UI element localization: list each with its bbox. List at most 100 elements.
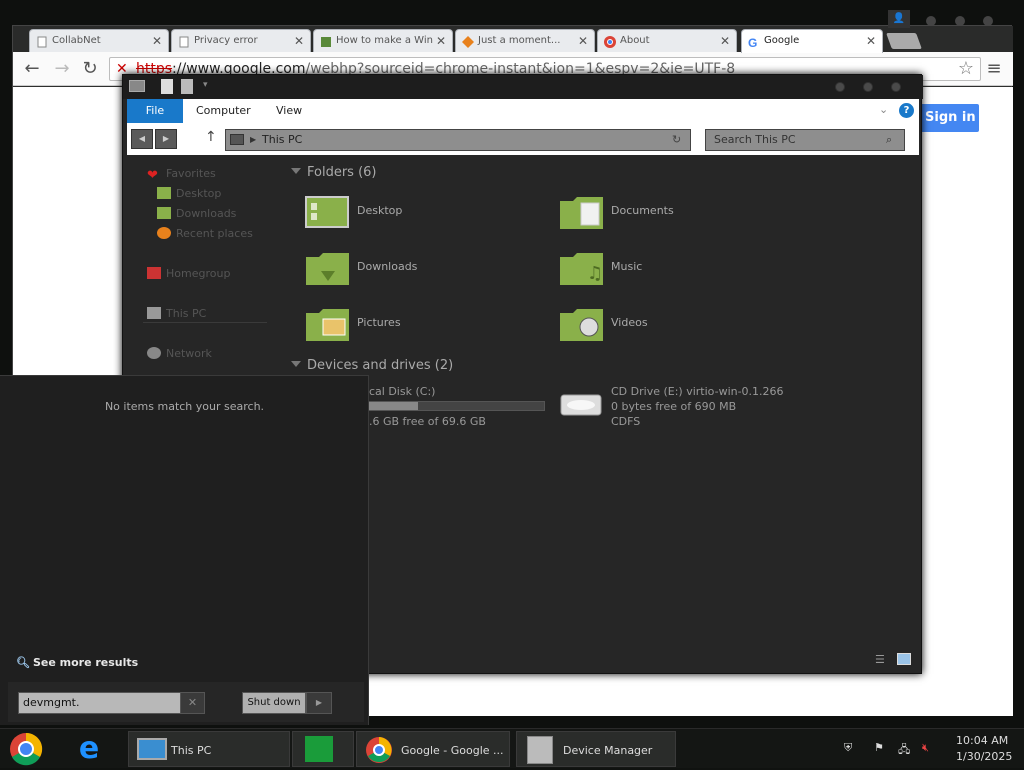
tab-collabnet[interactable]: CollabNet ✕ [29,29,169,53]
taskbar: e This PC Google - Google ... Device Man… [0,728,1024,768]
nav-network[interactable]: Network [147,347,212,360]
tab-just-a-moment[interactable]: Just a moment... ✕ [455,29,595,53]
clock-date[interactable]: 1/30/2025 [956,750,1012,763]
back-arrow-icon[interactable]: ← [21,58,43,80]
cd-drive-icon[interactable] [559,387,603,421]
folder-downloads[interactable]: Downloads [305,249,545,293]
clock-time[interactable]: 10:04 AM [956,734,1008,747]
tab-privacy-error[interactable]: Privacy error ✕ [171,29,311,53]
downloads-folder-icon [305,249,351,287]
folder-videos[interactable]: Videos [559,305,799,349]
menu-icon[interactable]: ≡ [983,58,1005,80]
start-search-panel: No items match your search. 🔍︎ See more r… [0,375,369,725]
explorer-search-input[interactable]: Search This PC ⌕ [705,129,905,151]
local-disk-name[interactable]: cal Disk (C:) [369,384,435,399]
homegroup-icon [147,267,161,279]
nav-downloads[interactable]: Downloads [157,207,236,220]
properties-icon[interactable] [161,79,173,94]
speaker-muted-icon[interactable]: 🔇︎ [922,741,929,755]
forward-arrow-icon[interactable]: → [51,58,73,80]
refresh-icon[interactable]: ↻ [672,130,681,150]
folder-pictures[interactable]: Pictures [305,305,545,349]
collapse-arrow-icon [291,168,301,174]
clear-search-icon[interactable]: ✕ [180,692,205,714]
chrome-icon [365,736,393,767]
explorer-minimize-button[interactable] [835,82,845,92]
explorer-titlebar[interactable]: ▾ [123,75,923,99]
taskbar-chrome[interactable]: Google - Google ... [356,731,510,767]
see-more-results-link[interactable]: 🔍︎ See more results [16,656,138,669]
large-icons-view-icon[interactable] [897,653,911,665]
tab-google[interactable]: G Google ✕ [741,29,883,53]
computer-icon [129,80,145,92]
pc-icon [230,134,244,145]
close-tab-icon[interactable]: ✕ [152,30,162,52]
taskbar-device-manager[interactable]: Device Manager [516,731,676,767]
desktop: CollabNet ✕ Privacy error ✕ How to make … [0,0,1024,768]
nav-recent-places[interactable]: Recent places [157,227,253,240]
user-icon[interactable]: 👤 [888,10,910,28]
ribbon-tab-view[interactable]: View [276,99,302,123]
taskbar-store[interactable] [292,731,354,767]
desktop-folder-icon [305,193,351,231]
internet-explorer-icon[interactable]: e [72,732,106,766]
close-tab-icon[interactable]: ✕ [436,30,446,52]
action-center-flag-icon[interactable]: ⚑ [874,741,884,754]
tab-about[interactable]: About ✕ [597,29,737,53]
network-icon[interactable]: 🖧︎ [898,741,910,760]
taskbar-this-pc[interactable]: This PC [128,731,290,767]
site-icon [320,35,332,47]
svg-text:♫: ♫ [587,263,603,284]
explorer-address-bar[interactable]: ▶ This PC ↻ [225,129,691,151]
start-button[interactable] [8,731,44,767]
close-button[interactable] [983,16,993,26]
new-folder-icon[interactable] [181,79,193,94]
ribbon-tabs: File Computer View ⌄ ? [127,99,919,123]
forward-button[interactable]: ▶ [155,129,177,149]
new-tab-button[interactable] [886,33,922,49]
explorer-maximize-button[interactable] [863,82,873,92]
cd-drive-name[interactable]: CD Drive (E:) virtio-win-0.1.266 [611,384,784,399]
expand-ribbon-icon[interactable]: ⌄ [879,103,888,116]
nav-desktop[interactable]: Desktop [157,187,221,200]
quick-access-dropdown-icon[interactable]: ▾ [203,80,208,90]
local-disk-free: .6 GB free of 69.6 GB [369,415,486,428]
up-arrow-icon[interactable]: ↑ [205,129,217,145]
heart-icon: ❤ [147,168,158,183]
start-search-input[interactable]: devmgmt. [18,692,205,714]
chrome-icon [604,35,616,48]
sign-in-button[interactable]: Sign in [919,104,979,132]
ribbon-tab-computer[interactable]: Computer [196,99,251,123]
local-disk-usage-fill [364,402,418,410]
videos-folder-icon [559,305,605,343]
breadcrumb-arrow-icon[interactable]: ▶ [250,130,256,150]
folder-music[interactable]: ♫ Music [559,249,799,293]
security-shield-icon[interactable]: ⛨ [844,741,852,755]
shutdown-options-arrow-icon[interactable]: ▶ [306,692,332,714]
nav-favorites[interactable]: ❤ Favorites [147,167,216,183]
recent-places-icon [157,227,171,239]
bookmark-star-icon[interactable]: ☆ [955,58,977,80]
tab-how-to-make[interactable]: How to make a Win ✕ [313,29,453,53]
nav-this-pc[interactable]: This PC [147,307,206,320]
folders-heading[interactable]: Folders (6) [291,165,377,180]
minimize-button[interactable] [926,16,936,26]
folder-documents[interactable]: Documents [559,193,799,237]
maximize-button[interactable] [955,16,965,26]
reload-icon[interactable]: ↻ [79,58,101,80]
shut-down-button[interactable]: Shut down [242,692,306,714]
address-row: ◀ ▶ ↑ ▶ This PC ↻ Search This PC ⌕ [127,123,919,155]
details-view-icon[interactable]: ☰ [875,653,889,666]
nav-homegroup[interactable]: Homegroup [147,267,230,280]
close-tab-icon[interactable]: ✕ [294,30,304,52]
ribbon-tab-file[interactable]: File [127,99,183,123]
back-button[interactable]: ◀ [131,129,153,149]
close-tab-icon[interactable]: ✕ [866,30,876,52]
network-icon [147,347,161,359]
help-icon[interactable]: ? [899,103,914,118]
devices-heading[interactable]: Devices and drives (2) [291,358,453,373]
close-tab-icon[interactable]: ✕ [578,30,588,52]
folder-desktop[interactable]: Desktop [305,193,545,237]
close-tab-icon[interactable]: ✕ [720,30,730,52]
explorer-close-button[interactable] [891,82,901,92]
